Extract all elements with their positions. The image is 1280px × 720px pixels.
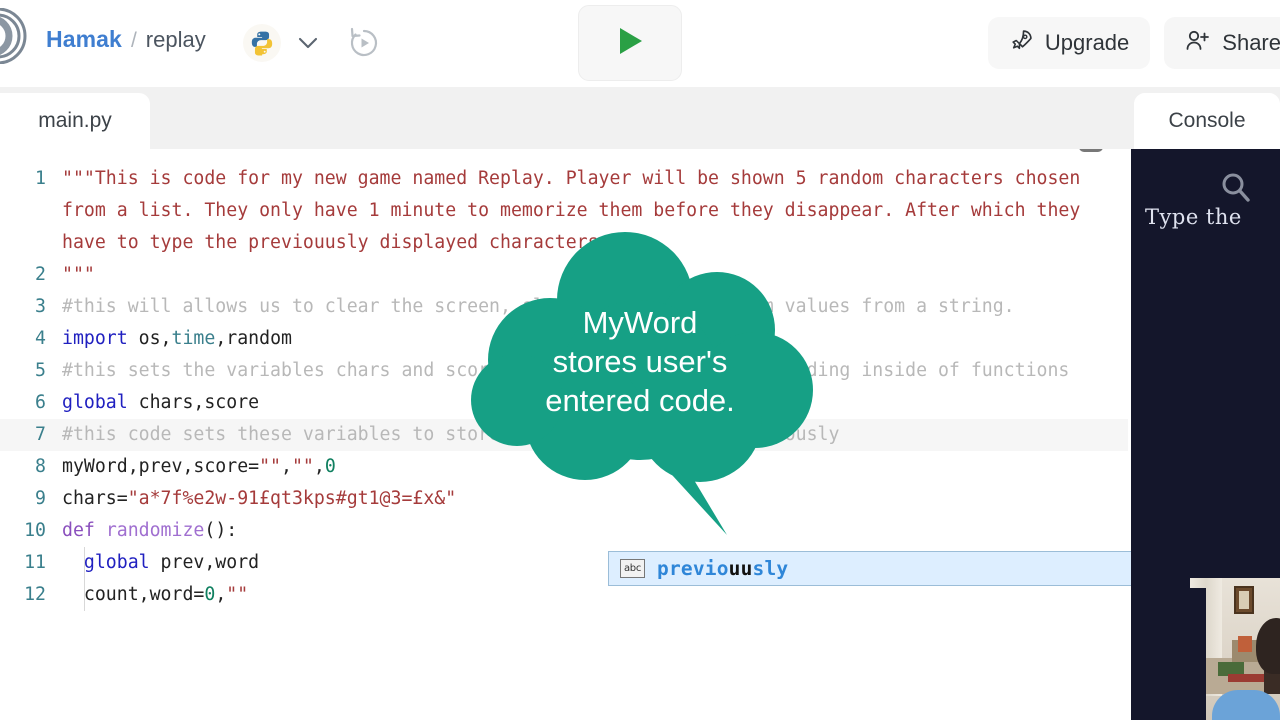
replit-logo-icon[interactable] [0,7,34,65]
code-token: (): [204,520,238,541]
line-number: 11 [24,552,46,573]
code-token: "a*7f%e2w-91£qt3kps#gt1@3=£x&" [127,488,457,509]
upgrade-label: Upgrade [1044,30,1130,55]
autocomplete-suggestion[interactable]: previouusly [657,557,788,580]
tab-main-py[interactable]: main.py [0,93,150,149]
code-token: , [215,584,227,605]
code-token: 0 [204,584,216,605]
autocomplete-word-part: previo [657,557,729,580]
history-replay-icon[interactable] [345,24,383,62]
code-token: myWord,prev,score= [62,456,260,477]
code-token: , [313,456,325,477]
breadcrumb-owner[interactable]: Hamak [46,26,122,53]
line-number: 12 [24,584,46,605]
share-label: Share [1222,30,1280,55]
play-icon [615,25,645,62]
console-output-text: Type the [1145,205,1242,229]
line-number: 9 [35,488,46,509]
code-token: "" [259,456,282,477]
tab-console[interactable]: Console [1134,93,1280,149]
code-token: """ [62,264,95,285]
code-token: prev,word [149,552,260,573]
line-number: 8 [35,456,46,477]
chevron-down-icon[interactable] [294,30,322,56]
code-token: chars= [62,488,128,509]
code-token: randomize [105,520,205,541]
file-tab-label: main.py [38,109,112,132]
code-token: time [171,328,216,349]
format-lines-icon[interactable] [1074,149,1108,156]
share-button[interactable]: Share [1164,17,1280,69]
breadcrumb: Hamak / replay [46,26,206,53]
console-tab-label: Console [1168,109,1246,132]
app-header: Hamak / replay Upgrade Share [0,0,1280,87]
upgrade-button[interactable]: Upgrade [987,17,1151,69]
abc-word-icon: abc [620,559,645,578]
console-tabstrip: Console [1128,87,1280,149]
line-number: 1 [35,168,46,189]
autocomplete-word-part: u [740,557,753,580]
breadcrumb-separator: / [130,29,137,52]
run-button[interactable] [578,5,682,81]
code-token: ,random [215,328,292,349]
python-icon [243,24,281,62]
code-token: import [62,328,128,349]
line-number: 10 [24,520,46,541]
code-token: "" [291,456,314,477]
callout-line-1: MyWord [583,305,698,340]
line-number: 2 [35,264,46,285]
code-token: , [281,456,292,477]
callout-line-3: entered code. [545,383,735,418]
code-token: def [62,520,95,541]
code-token: chars,score [127,392,260,413]
code-token: "" [226,584,249,605]
callout-line-2: stores user's [553,344,728,379]
line-number: 6 [35,392,46,413]
replit-ide-window: Hamak / replay Upgrade Share main.py Con… [0,0,1280,720]
breadcrumb-project[interactable]: replay [146,27,206,53]
code-token: os, [127,328,172,349]
line-number: 5 [35,360,46,381]
autocomplete-word-part: u [728,557,741,580]
indent-guide [84,547,85,579]
indent-guide [84,579,85,611]
rocket-icon [1009,28,1034,59]
code-token: global [62,392,128,413]
callout-cloud: MyWord stores user's entered code. [471,232,813,535]
autocomplete-word-part: sly [752,557,789,580]
line-number: 3 [35,296,46,317]
code-token: 0 [324,456,336,477]
person-plus-icon [1185,28,1211,59]
line-number: 7 [35,424,46,445]
code-token: global [83,552,150,573]
line-number: 4 [35,328,46,349]
editor-tabstrip: main.py [0,87,1280,149]
webcam-overlay[interactable] [1190,578,1280,720]
header-actions: Upgrade Share [987,17,1280,69]
